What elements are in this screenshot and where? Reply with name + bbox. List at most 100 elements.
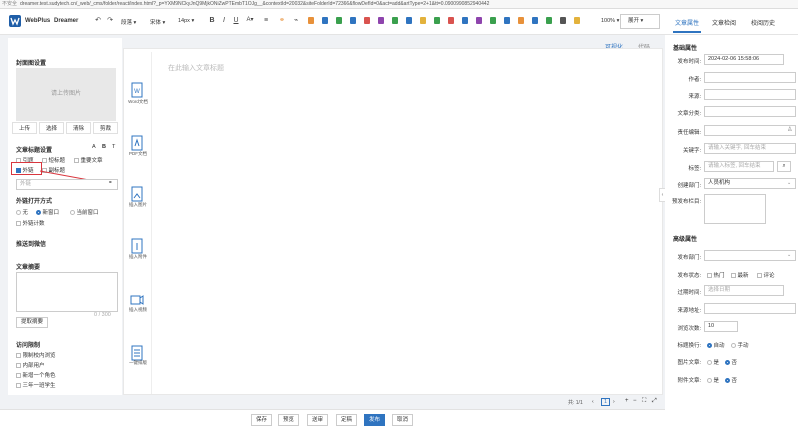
option-external-link[interactable]: 外链 xyxy=(16,166,34,174)
fit-icon[interactable]: ⛶ xyxy=(642,398,646,405)
zoom-in-icon[interactable]: + xyxy=(625,398,629,404)
creation-dept-select[interactable]: 人员机构 xyxy=(704,178,796,189)
save-button[interactable]: 保存 xyxy=(251,414,272,426)
italic-button[interactable]: I xyxy=(220,16,228,25)
expire-time-input[interactable]: 选择日期 xyxy=(704,285,784,296)
status-latest-option[interactable]: 最新 xyxy=(731,271,749,279)
link-icon[interactable]: ⚭ xyxy=(278,16,286,25)
access-option-class[interactable]: 三年一班学生 xyxy=(16,381,56,389)
redo-icon[interactable]: ↷ xyxy=(106,16,114,25)
responsible-editor-input[interactable] xyxy=(704,125,796,136)
open-new-radio[interactable] xyxy=(36,210,41,216)
insert-attachment-icon[interactable] xyxy=(130,238,144,254)
access-option-new-role[interactable]: 新增一个角色 xyxy=(16,371,56,379)
open-new-window-option[interactable]: 新窗口 xyxy=(36,208,59,216)
wrap-auto-option[interactable]: 自动 xyxy=(707,341,725,349)
views-input[interactable]: 10 xyxy=(704,321,738,332)
important-checkbox[interactable] xyxy=(74,158,79,164)
cover-image-upload[interactable]: 请上传图片 xyxy=(16,68,116,121)
tags-input[interactable]: 请输入标签, 回车结束 xyxy=(704,161,774,172)
status-comment-checkbox[interactable] xyxy=(757,273,762,279)
clear-format-icon[interactable] xyxy=(546,17,552,24)
bold-title-icon[interactable]: B xyxy=(102,144,106,150)
page-number[interactable]: 1 xyxy=(601,398,610,406)
prev-page-icon[interactable]: ‹ xyxy=(592,399,594,405)
address-bar[interactable]: 不安全 dreamer.test.sudytech.cn/_web/_cms/fo… xyxy=(0,0,798,9)
tab-article-review[interactable]: 文章检阅 xyxy=(712,18,736,27)
submit-review-button[interactable]: 送审 xyxy=(307,414,328,426)
help-icon[interactable] xyxy=(574,17,580,24)
expand-button[interactable]: 展开 ▾ xyxy=(620,14,660,29)
publish-dept-select[interactable] xyxy=(704,250,796,261)
paste-icon[interactable] xyxy=(518,17,524,24)
source-url-input[interactable] xyxy=(704,303,796,314)
attachment-article-yes[interactable]: 是 xyxy=(707,376,719,384)
fullscreen-icon[interactable] xyxy=(560,17,566,24)
editor-area[interactable]: 在此输入文章标题 共: 1/1 xyxy=(123,48,663,406)
map-icon[interactable] xyxy=(406,17,412,24)
zoom-out-icon[interactable]: − xyxy=(633,398,637,404)
preview-button[interactable]: 预览 xyxy=(278,414,299,426)
open-current-radio[interactable] xyxy=(70,210,75,216)
chart-icon[interactable] xyxy=(490,17,496,24)
wrap-manual-radio[interactable] xyxy=(731,343,736,349)
insert-image-icon[interactable] xyxy=(130,186,144,202)
bold-button[interactable]: B xyxy=(208,16,216,25)
access-internal-checkbox[interactable] xyxy=(16,363,21,369)
user-icon[interactable]: ♙ xyxy=(787,126,792,133)
image-no-radio[interactable] xyxy=(725,360,730,366)
paragraph-select[interactable]: 段落 ▾ xyxy=(121,18,136,26)
image-article-no[interactable]: 否 xyxy=(725,358,737,366)
formula-icon[interactable] xyxy=(476,17,482,24)
one-click-format-icon[interactable] xyxy=(130,345,144,361)
image-icon[interactable] xyxy=(308,17,314,24)
align-icon[interactable]: ≡ xyxy=(262,16,270,25)
access-option-internal[interactable]: 内部用户 xyxy=(16,361,45,369)
category-select[interactable] xyxy=(704,106,796,117)
ext-count-option[interactable]: 外链计数 xyxy=(16,219,45,227)
access-campus-checkbox[interactable] xyxy=(16,353,21,359)
external-link-input[interactable]: 外链 xyxy=(16,179,118,190)
wrap-auto-radio[interactable] xyxy=(707,343,712,349)
font-select[interactable]: 宋体 ▾ xyxy=(150,18,165,26)
font-size-select[interactable]: 14px ▾ xyxy=(178,18,194,24)
push-wechat-title[interactable]: 推送到微信 xyxy=(16,239,46,248)
option-important-article[interactable]: 重要文章 xyxy=(74,156,103,164)
tab-review-history[interactable]: 校阅历史 xyxy=(751,18,775,27)
open-none-option[interactable]: 无 xyxy=(16,208,28,216)
short-title-checkbox[interactable] xyxy=(42,158,47,164)
zoom-select[interactable]: 100% ▾ xyxy=(601,18,619,24)
iframe-icon[interactable] xyxy=(504,17,510,24)
fullscreen-toggle-icon[interactable]: ⤢ xyxy=(652,398,657,405)
summary-textarea[interactable] xyxy=(16,272,118,312)
wrap-manual-option[interactable]: 手动 xyxy=(731,341,749,349)
form-icon[interactable] xyxy=(392,17,398,24)
table-icon[interactable] xyxy=(322,17,328,24)
insert-video-icon[interactable] xyxy=(130,292,144,308)
status-hot-checkbox[interactable] xyxy=(707,273,712,279)
pre-publish-column-box[interactable] xyxy=(704,194,766,224)
text-style-icon[interactable]: A xyxy=(92,144,96,150)
crop-button[interactable]: 剪裁 xyxy=(93,122,118,134)
status-comment-option[interactable]: 评论 xyxy=(757,271,775,279)
unlink-icon[interactable]: ⌁ xyxy=(292,16,300,25)
access-role-checkbox[interactable] xyxy=(16,373,21,379)
publish-button[interactable]: 发布 xyxy=(364,414,385,426)
access-class-checkbox[interactable] xyxy=(16,383,21,389)
select-button[interactable]: 选择 xyxy=(39,122,64,134)
underline-button[interactable]: U xyxy=(232,16,240,25)
pdf-icon[interactable] xyxy=(448,17,454,24)
author-input[interactable] xyxy=(704,72,796,83)
video-icon[interactable] xyxy=(336,17,342,24)
emoji-icon[interactable] xyxy=(420,17,426,24)
article-title-input[interactable]: 在此输入文章标题 xyxy=(168,63,224,73)
attachment-article-no[interactable]: 否 xyxy=(725,376,737,384)
status-hot-option[interactable]: 热门 xyxy=(707,271,725,279)
tags-search-icon[interactable]: ⌕ xyxy=(777,161,791,172)
ext-count-checkbox[interactable] xyxy=(16,221,21,227)
external-link-checkbox[interactable] xyxy=(16,168,21,174)
audio-icon[interactable] xyxy=(350,17,356,24)
next-page-icon[interactable]: › xyxy=(613,399,615,405)
attachment-icon[interactable] xyxy=(364,17,370,24)
template-icon[interactable] xyxy=(378,17,384,24)
